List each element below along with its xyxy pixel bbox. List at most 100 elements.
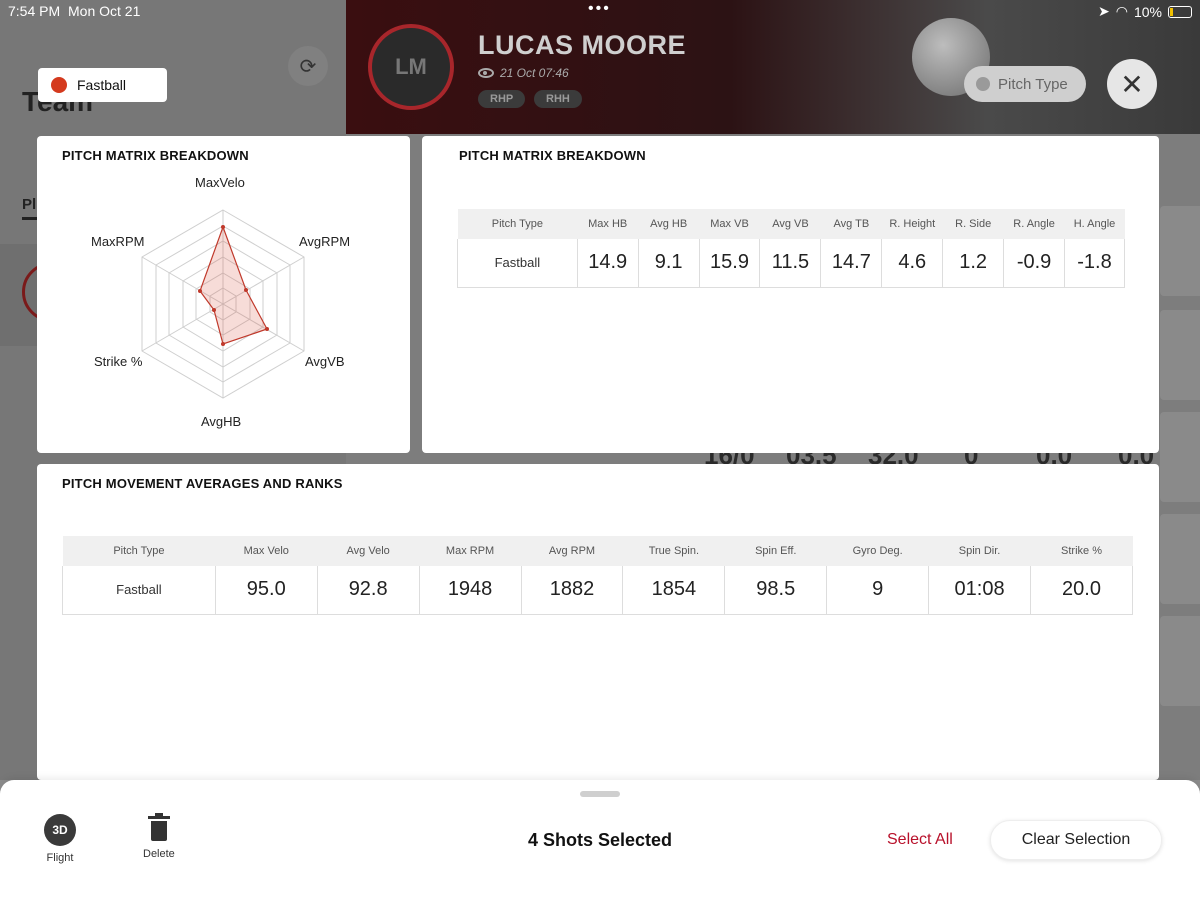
movement-header: Avg RPM [521,536,623,566]
matrix-header: H. Angle [1064,209,1125,239]
last-viewed: 21 Oct 07:46 [478,66,569,80]
clear-selection-button[interactable]: Clear Selection [990,820,1162,860]
selection-action-bar: 3D Flight Delete 4 Shots Selected Select… [0,780,1200,900]
radar-point-maxrpm [198,289,202,293]
movement-cell: 1854 [622,566,726,615]
matrix-cell: 11.5 [759,239,822,288]
battery-percent: 10% [1133,3,1162,20]
matrix-header: Max VB [699,209,760,239]
matrix-panel: PITCH MATRIX BREAKDOWN Pitch Type Max HB… [422,136,1159,453]
movement-header: Spin Eff. [724,536,827,566]
matrix-header: R. Angle [1003,209,1065,239]
movement-cell: 92.8 [317,566,420,615]
matrix-header: Avg HB [638,209,700,239]
pitch-type-dot-icon [976,77,990,91]
movement-header: Max Velo [215,536,318,566]
matrix-header: Avg TB [820,209,882,239]
flight-button[interactable]: 3D Flight [44,814,76,864]
matrix-cell: 14.9 [577,239,639,288]
movement-cell: 20.0 [1030,566,1133,615]
radar-point-maxvelo [221,225,225,229]
radar-point-avghb [221,342,225,346]
movement-panel: PITCH MOVEMENT AVERAGES AND RANKS Pitch … [37,464,1159,780]
radar-panel: PITCH MATRIX BREAKDOWN MaxVelo AvgRPM Av… [37,136,410,453]
eye-icon [478,68,494,78]
movement-header: Avg Velo [317,536,420,566]
table-row: Fastball 14.9 9.1 15.9 11.5 14.7 4.6 1.2… [457,239,1125,288]
close-icon: ✕ [1120,68,1144,100]
pitch-type-button[interactable]: Pitch Type [964,66,1086,102]
background-strip [1160,412,1200,502]
background-strip [1160,206,1200,296]
movement-title: PITCH MOVEMENT AVERAGES AND RANKS [62,476,343,491]
tag-hitter-hand: RHH [534,90,582,108]
matrix-cell: 1.2 [942,239,1005,288]
player-avatar: LM [368,24,454,110]
matrix-cell: 9.1 [638,239,700,288]
matrix-header: Pitch Type [457,209,578,239]
matrix-cell: -1.8 [1064,239,1125,288]
player-name: LUCAS MOORE [478,30,686,60]
selection-count: 4 Shots Selected [527,830,673,850]
movement-cell: 95.0 [215,566,318,615]
movement-header: Spin Dir. [928,536,1031,566]
movement-table: Pitch Type Max Velo Avg Velo Max RPM Avg… [62,536,1133,615]
pitch-color-dot-icon [51,77,67,93]
pitch-filter-chip[interactable]: Fastball [38,68,167,102]
radar-label-maxvelo: MaxVelo [195,175,245,190]
table-row: Fastball 95.0 92.8 1948 1882 1854 98.5 9… [62,566,1133,615]
pitch-filter-label: Fastball [77,77,127,93]
radar-label-strike: Strike % [94,354,143,369]
background-strip [1160,514,1200,604]
radar-point-avgrpm [244,288,248,292]
status-right: ➤ ◠ 10% [1098,3,1192,20]
delete-label: Delete [143,848,175,860]
radar-label-avgrpm: AvgRPM [299,234,351,249]
trash-icon [147,813,170,842]
movement-cell: 01:08 [928,566,1032,615]
background-strip [1160,616,1200,706]
radar-label-maxrpm: MaxRPM [91,234,145,249]
pitch-type-label: Pitch Type [998,75,1068,93]
matrix-cell: 14.7 [820,239,883,288]
matrix-table: Pitch Type Max HB Avg HB Max VB Avg VB A… [457,209,1125,288]
3d-flight-icon: 3D [44,814,76,846]
radar-label-avgvb: AvgVB [305,354,345,369]
status-time: 7:54 PM [8,3,61,19]
select-all-button[interactable]: Select All [887,831,953,849]
background-strip [1160,310,1200,400]
matrix-header: R. Height [881,209,943,239]
movement-cell-pitch-type: Fastball [62,566,216,615]
movement-header: True Spin. [622,536,725,566]
matrix-header: Avg VB [759,209,821,239]
matrix-cell: 15.9 [699,239,761,288]
close-button[interactable]: ✕ [1107,59,1157,109]
matrix-header: R. Side [942,209,1004,239]
movement-header: Strike % [1030,536,1133,566]
movement-header-row: Pitch Type Max Velo Avg Velo Max RPM Avg… [62,536,1133,566]
matrix-cell-pitch-type: Fastball [457,239,578,288]
tag-pitcher-hand: RHP [478,90,526,108]
movement-cell: 1882 [521,566,624,615]
delete-button[interactable]: Delete [143,813,175,860]
matrix-cell: -0.9 [1003,239,1066,288]
movement-header: Gyro Deg. [826,536,929,566]
radar-label-avghb: AvgHB [201,414,242,429]
matrix-header-row: Pitch Type Max HB Avg HB Max VB Avg VB A… [457,209,1125,239]
movement-cell: 9 [826,566,930,615]
movement-cell: 1948 [419,566,522,615]
matrix-header: Max HB [577,209,639,239]
radar-point-strike [212,308,216,312]
movement-header: Pitch Type [62,536,216,566]
location-icon: ➤ [1098,3,1110,19]
matrix-cell: 4.6 [881,239,944,288]
movement-cell: 98.5 [724,566,828,615]
sheet-grabber[interactable] [580,791,620,797]
background-tab: Pl [22,196,37,213]
radar-point-avgvb [265,327,269,331]
refresh-icon[interactable]: ⟳ [288,46,328,86]
status-date: Mon Oct 21 [68,3,141,19]
multitask-dots-icon[interactable]: ••• [588,0,611,18]
status-bar: 7:54 PM Mon Oct 21 ••• ➤ ◠ 10% [0,0,1200,24]
flight-label: Flight [46,852,74,864]
